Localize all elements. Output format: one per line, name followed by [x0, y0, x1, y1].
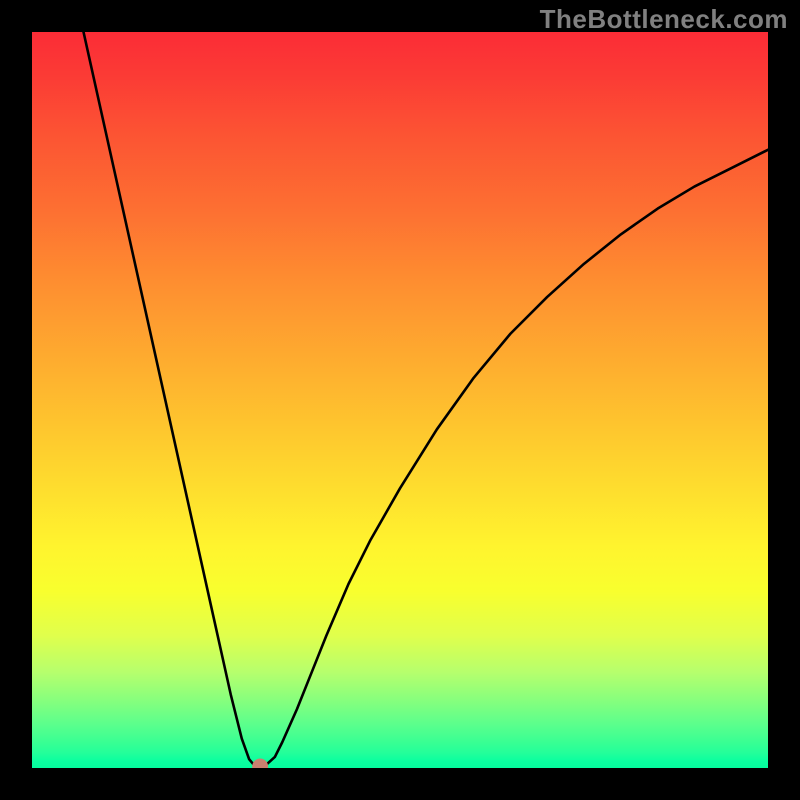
plot-area	[32, 32, 768, 768]
minimum-marker	[252, 759, 268, 768]
chart-frame: TheBottleneck.com	[0, 0, 800, 800]
bottleneck-curve	[84, 32, 768, 767]
curve-layer	[32, 32, 768, 768]
watermark-text: TheBottleneck.com	[540, 4, 788, 35]
